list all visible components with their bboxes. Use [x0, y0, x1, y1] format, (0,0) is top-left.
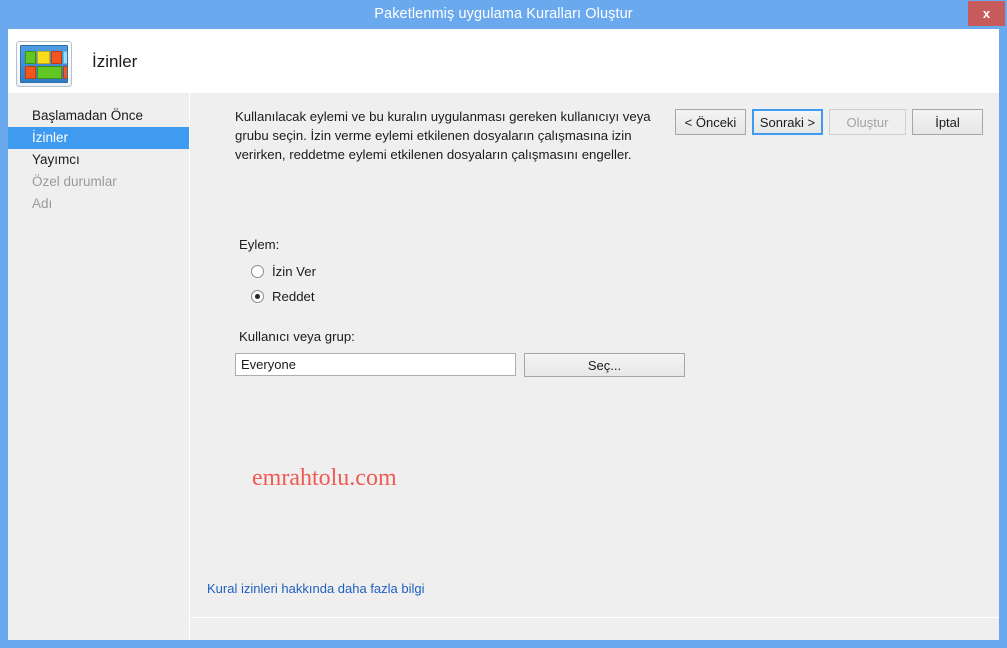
- sidebar-item-yayimci[interactable]: Yayımcı: [8, 149, 189, 171]
- sidebar-item-label: Özel durumlar: [32, 174, 117, 189]
- sidebar-item-ozel-durumlar[interactable]: Özel durumlar: [8, 171, 189, 193]
- wizard-header: İzinler: [8, 29, 999, 93]
- help-link-rule-permissions[interactable]: Kural izinleri hakkında daha fazla bilgi: [207, 581, 425, 596]
- radio-deny-label: Reddet: [272, 288, 315, 304]
- radio-mark-icon: [251, 264, 264, 278]
- sidebar-item-baslamadan-once[interactable]: Başlamadan Önce: [8, 105, 189, 127]
- action-group-label: Eylem:: [239, 237, 280, 252]
- next-button[interactable]: Sonraki >: [752, 109, 823, 135]
- sidebar-item-label: Başlamadan Önce: [32, 108, 144, 123]
- sidebar-item-label: Adı: [32, 196, 53, 211]
- wizard-footer: [191, 617, 999, 640]
- previous-button[interactable]: < Önceki: [675, 109, 746, 135]
- close-icon[interactable]: x: [968, 1, 1005, 26]
- radio-deny[interactable]: Reddet: [251, 286, 315, 306]
- watermark-text: emrahtolu.com: [252, 465, 397, 491]
- window-title: Paketlenmiş uygulama Kuralları Oluştur: [374, 6, 633, 22]
- radio-mark-icon: [251, 289, 264, 303]
- footer-button-bar: < Önceki Sonraki > Oluştur İptal: [191, 91, 999, 141]
- wizard-client-area: İzinler Başlamadan Önce İzinler Yayımcı …: [8, 29, 999, 640]
- user-or-group-label: Kullanıcı veya grup:: [239, 329, 355, 344]
- radio-allow[interactable]: İzin Ver: [251, 261, 316, 281]
- wizard-content-inner: Kullanılacak eylemi ve bu kuralın uygula…: [191, 93, 999, 617]
- wizard-window: Paketlenmiş uygulama Kuralları Oluştur x…: [0, 0, 1007, 648]
- wizard-body: Başlamadan Önce İzinler Yayımcı Özel dur…: [8, 93, 999, 640]
- page-title: İzinler: [92, 52, 138, 71]
- select-principal-button[interactable]: Seç...: [524, 353, 685, 377]
- title-bar[interactable]: Paketlenmiş uygulama Kuralları Oluştur x: [0, 0, 1007, 29]
- sidebar-item-adi[interactable]: Adı: [8, 193, 189, 215]
- sidebar-item-label: İzinler: [32, 130, 69, 145]
- create-button: Oluştur: [829, 109, 906, 135]
- sidebar-item-izinler[interactable]: İzinler: [8, 127, 189, 149]
- wizard-step-sidebar: Başlamadan Önce İzinler Yayımcı Özel dur…: [8, 93, 190, 640]
- radio-allow-label: İzin Ver: [272, 263, 316, 279]
- sidebar-item-label: Yayımcı: [32, 152, 80, 167]
- packaged-app-rules-icon: [16, 41, 72, 87]
- cancel-button[interactable]: İptal: [912, 109, 983, 135]
- user-or-group-input[interactable]: [235, 353, 516, 376]
- wizard-content-pane: Kullanılacak eylemi ve bu kuralın uygula…: [191, 93, 999, 640]
